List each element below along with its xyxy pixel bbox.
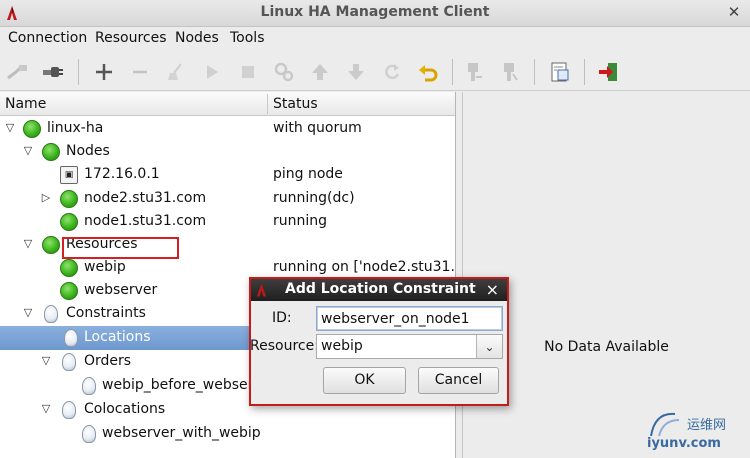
toolbar-separator [452,59,453,85]
tree-row-colocation-constraint[interactable]: webserver_with_webip [0,422,455,446]
refresh-icon[interactable] [380,60,404,84]
tree-row-label: linux-ha [47,120,104,136]
stop-icon[interactable] [236,60,260,84]
start-icon[interactable] [200,60,224,84]
tree-row-status: running [273,213,328,229]
tree-row-label: Colocations [84,401,166,417]
toolbar-separator [78,59,79,85]
tree-row-status: with quorum [273,120,362,136]
menu-connection[interactable]: Connection [8,30,87,46]
ping-node-icon: ▣ [60,166,78,184]
tree-row-label: Constraints [66,305,146,321]
tree-row-label: 172.16.0.1 [84,166,160,182]
status-ok-icon [60,259,78,277]
dialog-title: Add Location Constraint [285,281,476,297]
status-ok-icon [60,282,78,300]
tree-row-node1[interactable]: node1.stu31.com running [0,210,455,234]
tree-row-label: Nodes [66,143,110,159]
constraint-bulb-icon [62,401,76,419]
add-location-constraint-dialog: Add Location Constraint × ID: Resource: … [249,277,509,406]
collapse-icon[interactable]: ▽ [40,402,52,416]
tree-column-header: Name Status [0,92,455,116]
menu-resources[interactable]: Resources [95,30,167,46]
connect-icon[interactable] [6,60,30,84]
tree-row-resources[interactable]: ▽ Resources [0,233,455,257]
tree-row-label: node1.stu31.com [84,213,207,229]
column-status-header[interactable]: Status [273,96,318,112]
ok-button[interactable]: OK [323,367,406,394]
tree-row-node2[interactable]: ▷ node2.stu31.com running(dc) [0,187,455,211]
tree-row-label: webserver [84,282,158,298]
standby-icon[interactable] [462,60,486,84]
collapse-icon[interactable]: ▽ [22,306,34,320]
toolbar-separator [584,59,585,85]
expand-icon[interactable]: ▷ [40,191,52,205]
chevron-down-icon[interactable]: ⌄ [476,335,502,358]
status-ok-icon [60,213,78,231]
dialog-close-icon[interactable]: × [486,280,499,299]
site-watermark: 运维网 iyunv.com [645,408,750,458]
tree-row-nodes[interactable]: ▽ Nodes [0,140,455,164]
constraint-bulb-icon [82,425,96,443]
constraint-bulb-icon [62,353,76,371]
toolbar [0,53,750,91]
cleanup-icon[interactable] [164,60,188,84]
tree-row-label: Locations [84,329,151,345]
watermark-cn-text: 运维网 [687,418,727,433]
watermark-swoosh-icon [650,412,680,437]
menu-tools[interactable]: Tools [230,30,265,46]
tree-row-label: webip_before_webserv [102,377,262,393]
collapse-icon[interactable]: ▽ [40,354,52,368]
add-icon[interactable] [92,60,116,84]
status-ok-icon [42,236,60,254]
constraint-bulb-icon [64,329,78,347]
tree-row-label: node2.stu31.com [84,190,207,206]
move-up-icon[interactable] [308,60,332,84]
app-logo-icon [256,283,267,297]
id-label: ID: [272,310,292,326]
disconnect-icon[interactable] [40,60,64,84]
active-icon[interactable] [498,60,522,84]
watermark-en-text: iyunv.com [647,436,721,451]
window-close-button[interactable]: ✕ [726,3,742,23]
resource-select-value: webip [321,338,363,354]
tree-row-status: ping node [273,166,343,182]
collapse-icon[interactable]: ▽ [22,237,34,251]
constraint-bulb-icon [82,377,96,395]
cancel-button[interactable]: Cancel [418,367,499,394]
undo-icon[interactable] [416,60,440,84]
tree-row-status: running(dc) [273,190,355,206]
resource-label: Resource: [250,338,319,354]
tree-row-status: running on ['node2.stu31.co [273,259,456,275]
constraint-bulb-icon [44,305,58,323]
tree-row-linux-ha[interactable]: ▽ linux-ha with quorum [0,117,455,141]
dialog-title-bar[interactable]: Add Location Constraint × [251,279,507,301]
default-icon[interactable] [272,60,296,84]
tree-row-label: Resources [66,236,138,252]
column-name-header[interactable]: Name [5,96,46,112]
move-down-icon[interactable] [344,60,368,84]
tree-row-label: webip [84,259,126,275]
view-xml-icon[interactable] [548,60,572,84]
exit-icon[interactable] [596,60,620,84]
collapse-icon[interactable]: ▽ [22,144,34,158]
status-ok-icon [60,190,78,208]
status-ok-icon [23,120,41,138]
menu-bar: Connection Resources Nodes Tools [0,27,750,52]
id-input[interactable] [316,306,503,331]
tree-row-label: Orders [84,353,132,369]
status-ok-icon [42,143,60,161]
remove-icon[interactable] [128,60,152,84]
tree-row-ping-node[interactable]: ▣ 172.16.0.1 ping node [0,163,455,187]
collapse-icon[interactable]: ▽ [4,121,16,135]
title-bar: Linux HA Management Client ✕ [0,0,750,27]
tree-row-label: webserver_with_webip [102,425,261,441]
column-divider[interactable] [267,94,268,114]
toolbar-separator [534,59,535,85]
resource-select[interactable]: webip ⌄ [316,334,503,359]
window-title: Linux HA Management Client [260,4,490,20]
menu-nodes[interactable]: Nodes [175,30,219,46]
